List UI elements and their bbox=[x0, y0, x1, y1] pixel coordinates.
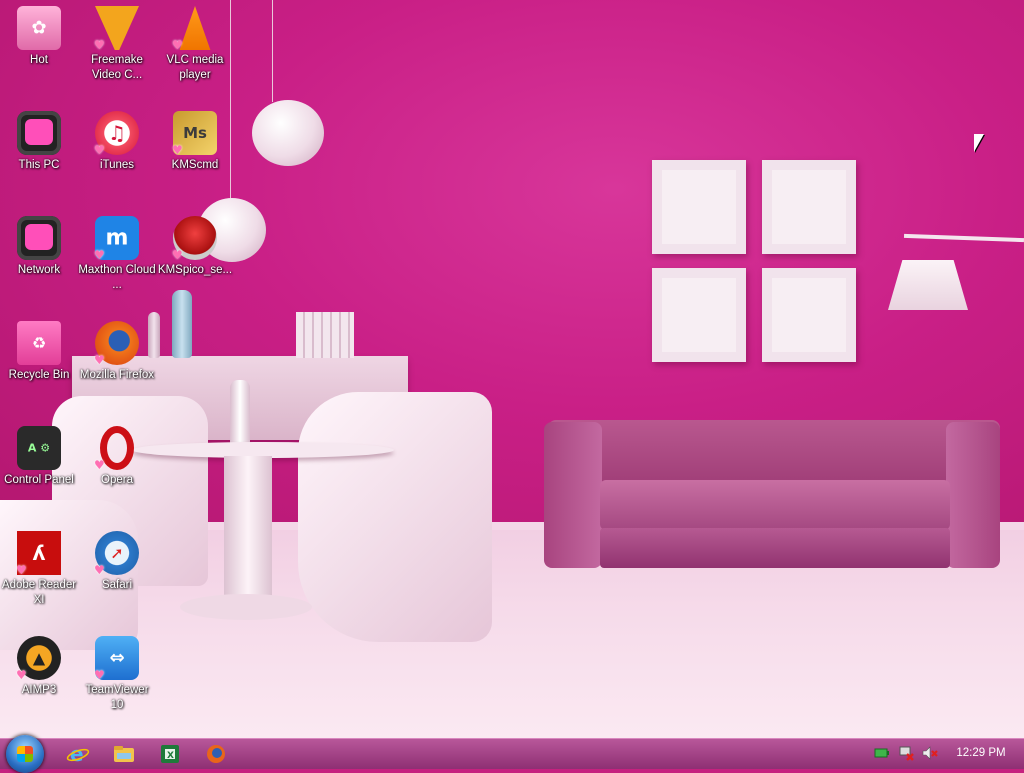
desktop-icon-kmspico[interactable]: ♥ KMSpico_se... bbox=[156, 210, 234, 278]
desktop-icon-label: Safari bbox=[101, 579, 133, 591]
desktop-icon-teamviewer[interactable]: ⇔ ♥ TeamViewer 10 bbox=[78, 630, 156, 713]
books bbox=[296, 312, 354, 358]
volume-muted-icon[interactable] bbox=[922, 745, 938, 761]
chair bbox=[298, 392, 492, 642]
windows-start-icon[interactable] bbox=[6, 735, 44, 773]
desktop-icon-label: AIMP3 bbox=[21, 684, 57, 696]
desktop-icon-opera[interactable]: ♥ Opera bbox=[78, 420, 156, 488]
sofa-seat bbox=[600, 480, 950, 530]
network-icon bbox=[17, 216, 61, 260]
desktop-icon-label: Maxthon Cloud ... bbox=[78, 264, 156, 291]
svg-text:X: X bbox=[167, 751, 174, 761]
desktop-icon-label: Adobe Reader XI bbox=[1, 579, 77, 606]
desktop-icon-label: Opera bbox=[101, 474, 133, 486]
desktop-icon-safari[interactable]: ➚ ♥ Safari bbox=[78, 525, 156, 593]
desktop-icon-label: Hot bbox=[30, 54, 48, 66]
desktop-icon-this-pc[interactable]: This PC bbox=[0, 105, 78, 173]
desktop-icon-label: iTunes bbox=[99, 159, 135, 171]
wall-frame bbox=[652, 160, 746, 254]
shortcut-heart-icon: ♥ bbox=[94, 248, 105, 262]
table-base bbox=[180, 594, 312, 620]
taskbar: e X 12:29 PM bbox=[0, 735, 1024, 773]
wall-frame bbox=[652, 268, 746, 362]
desktop-icon-label: Network bbox=[17, 264, 61, 276]
excel-icon[interactable]: X bbox=[158, 743, 182, 765]
opera-icon bbox=[100, 426, 134, 470]
sofa-front bbox=[600, 528, 950, 568]
desktop-icon-label: Recycle Bin bbox=[8, 369, 70, 381]
shortcut-heart-icon: ♥ bbox=[94, 38, 105, 52]
desktop-icon-control-panel[interactable]: A ⚙ Control Panel bbox=[0, 420, 78, 488]
shortcut-heart-icon: ♥ bbox=[172, 248, 183, 262]
desktop-icon-hot[interactable]: ✿ Hot bbox=[0, 0, 78, 68]
shortcut-heart-icon: ♥ bbox=[94, 143, 105, 157]
shortcut-heart-icon: ♥ bbox=[172, 143, 183, 157]
desktop-icon-maxthon[interactable]: m ♥ Maxthon Cloud ... bbox=[78, 210, 156, 293]
mouse-cursor-icon bbox=[974, 134, 984, 152]
sofa-arm bbox=[946, 422, 1000, 568]
internet-explorer-icon[interactable]: e bbox=[66, 742, 90, 766]
desktop-icon-label: Control Panel bbox=[4, 474, 74, 486]
sofa-arm bbox=[544, 422, 602, 568]
desktop-icon-adobe-reader[interactable]: ʎ ♥ Adobe Reader XI bbox=[0, 525, 78, 608]
shortcut-heart-icon: ♥ bbox=[94, 458, 105, 472]
firefox-icon[interactable] bbox=[204, 743, 228, 765]
desktop-icon-vlc[interactable]: ♥ VLC media player bbox=[156, 0, 234, 83]
desktop-icon-label: This PC bbox=[18, 159, 60, 171]
recycle-bin-icon: ♻ bbox=[17, 321, 61, 365]
desktop-icon-label: VLC media player bbox=[166, 54, 224, 81]
desktop-icon-label: Mozilla Firefox bbox=[79, 369, 155, 381]
battery-icon[interactable] bbox=[874, 745, 890, 761]
desktop-icon-aimp[interactable]: ▲ ♥ AIMP3 bbox=[0, 630, 78, 698]
vase bbox=[230, 380, 250, 450]
desktop-icon-label: TeamViewer 10 bbox=[85, 684, 149, 711]
network-disconnected-icon[interactable] bbox=[898, 745, 914, 761]
wall-frame bbox=[762, 160, 856, 254]
shortcut-heart-icon: ♥ bbox=[94, 563, 105, 577]
this-pc-icon bbox=[17, 111, 61, 155]
desktop-icon-label: Freemake Video C... bbox=[91, 54, 143, 81]
hot-folder-icon: ✿ bbox=[17, 6, 61, 50]
lamp-cord bbox=[272, 0, 273, 102]
desktop-icon-recycle-bin[interactable]: ♻ Recycle Bin bbox=[0, 315, 78, 383]
control-panel-icon: A ⚙ bbox=[17, 426, 61, 470]
windows-logo-icon bbox=[17, 746, 33, 762]
shortcut-heart-icon: ♥ bbox=[94, 668, 105, 682]
shortcut-heart-icon: ♥ bbox=[16, 563, 27, 577]
desktop-icon-freemake[interactable]: ♥ Freemake Video C... bbox=[78, 0, 156, 83]
desktop-icon-firefox[interactable]: ♥ Mozilla Firefox bbox=[78, 315, 156, 383]
shortcut-heart-icon: ♥ bbox=[94, 353, 105, 367]
shortcut-heart-icon: ♥ bbox=[16, 668, 27, 682]
vase bbox=[172, 290, 192, 358]
file-explorer-icon[interactable] bbox=[112, 743, 136, 765]
desktop-icon-label: KMScmd bbox=[171, 159, 219, 171]
pendant-lamp bbox=[252, 100, 324, 166]
desktop-icon-label: KMSpico_se... bbox=[157, 264, 233, 276]
table-leg bbox=[224, 456, 272, 600]
desktop-icon-kmscmd[interactable]: Ms ♥ KMScmd bbox=[156, 105, 234, 173]
wall-frame bbox=[762, 268, 856, 362]
shortcut-heart-icon: ♥ bbox=[172, 38, 183, 52]
desktop-icon-network[interactable]: Network bbox=[0, 210, 78, 278]
desktop-icon-itunes[interactable]: ♫ ♥ iTunes bbox=[78, 105, 156, 173]
taskbar-clock[interactable]: 12:29 PM bbox=[950, 747, 1012, 759]
